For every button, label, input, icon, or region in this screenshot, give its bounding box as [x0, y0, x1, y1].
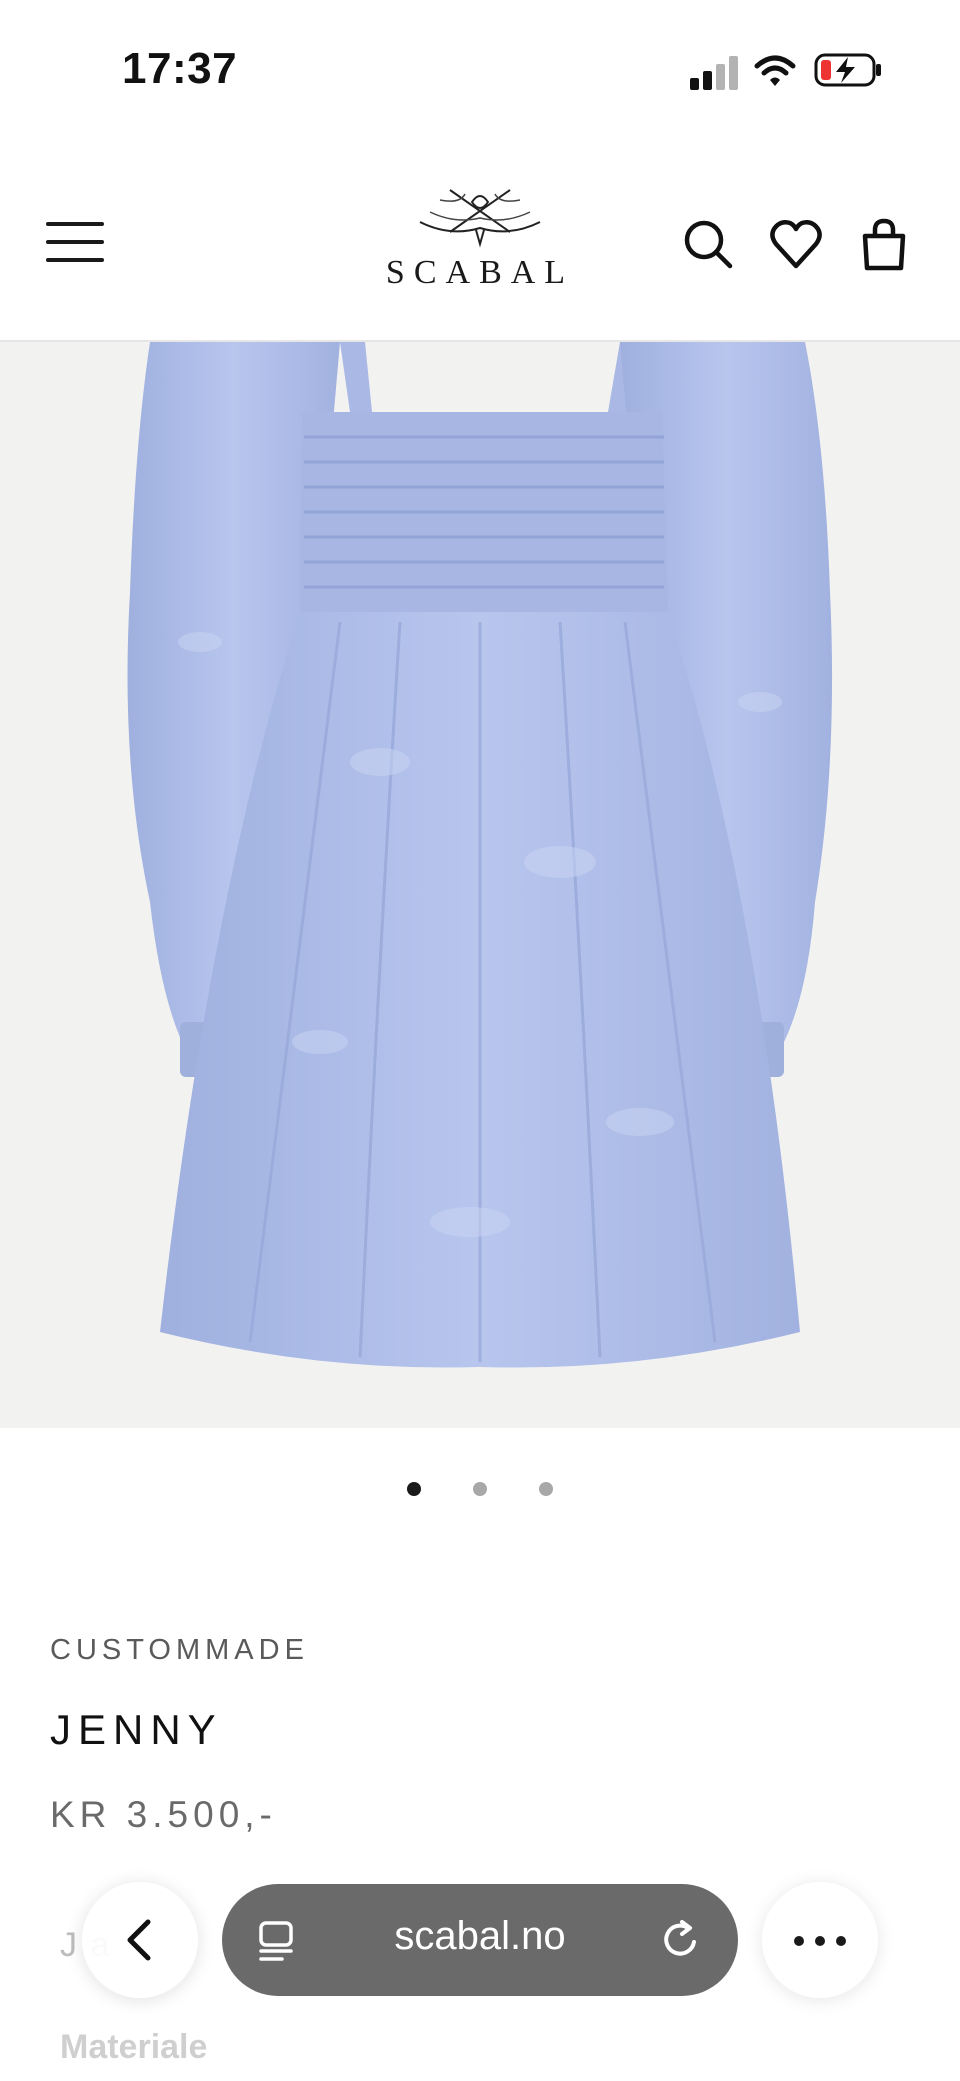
carousel-pagination	[0, 1482, 960, 1506]
reload-icon[interactable]	[658, 1918, 702, 1962]
dress-illustration	[127, 342, 833, 1368]
carousel-dot-3[interactable]	[539, 1482, 554, 1496]
menu-icon	[46, 222, 104, 226]
status-bar: 17:37	[0, 0, 960, 140]
site-header: SCABAL	[0, 140, 960, 342]
carousel-dot-2[interactable]	[473, 1482, 487, 1496]
address-bar[interactable]: scabal.no	[222, 1884, 738, 1996]
wifi-icon	[754, 55, 796, 86]
site-logo[interactable]: SCABAL	[360, 182, 600, 302]
product-brand[interactable]: CUSTOMMADE	[50, 1634, 309, 1667]
logo-emblem-icon	[419, 189, 541, 248]
heart-icon[interactable]	[768, 216, 824, 272]
status-time: 17:37	[122, 44, 238, 93]
product-image[interactable]	[0, 342, 960, 1428]
more-icon	[794, 1936, 804, 1946]
battery-charging-icon	[814, 53, 881, 87]
cellular-signal-icon	[690, 56, 738, 90]
logo-text: SCABAL	[385, 254, 575, 291]
more-button[interactable]	[762, 1882, 878, 1998]
back-button[interactable]	[82, 1882, 198, 1998]
materials-heading[interactable]: Materiale	[60, 2028, 207, 2067]
carousel-dot-1[interactable]	[406, 1482, 421, 1496]
bag-icon[interactable]	[856, 216, 912, 272]
product-price: KR 3.500,-	[50, 1794, 277, 1835]
back-chevron-icon	[127, 1919, 151, 1961]
menu-button[interactable]	[46, 222, 104, 268]
search-icon[interactable]	[680, 216, 736, 272]
product-name: JENNY	[50, 1706, 223, 1753]
